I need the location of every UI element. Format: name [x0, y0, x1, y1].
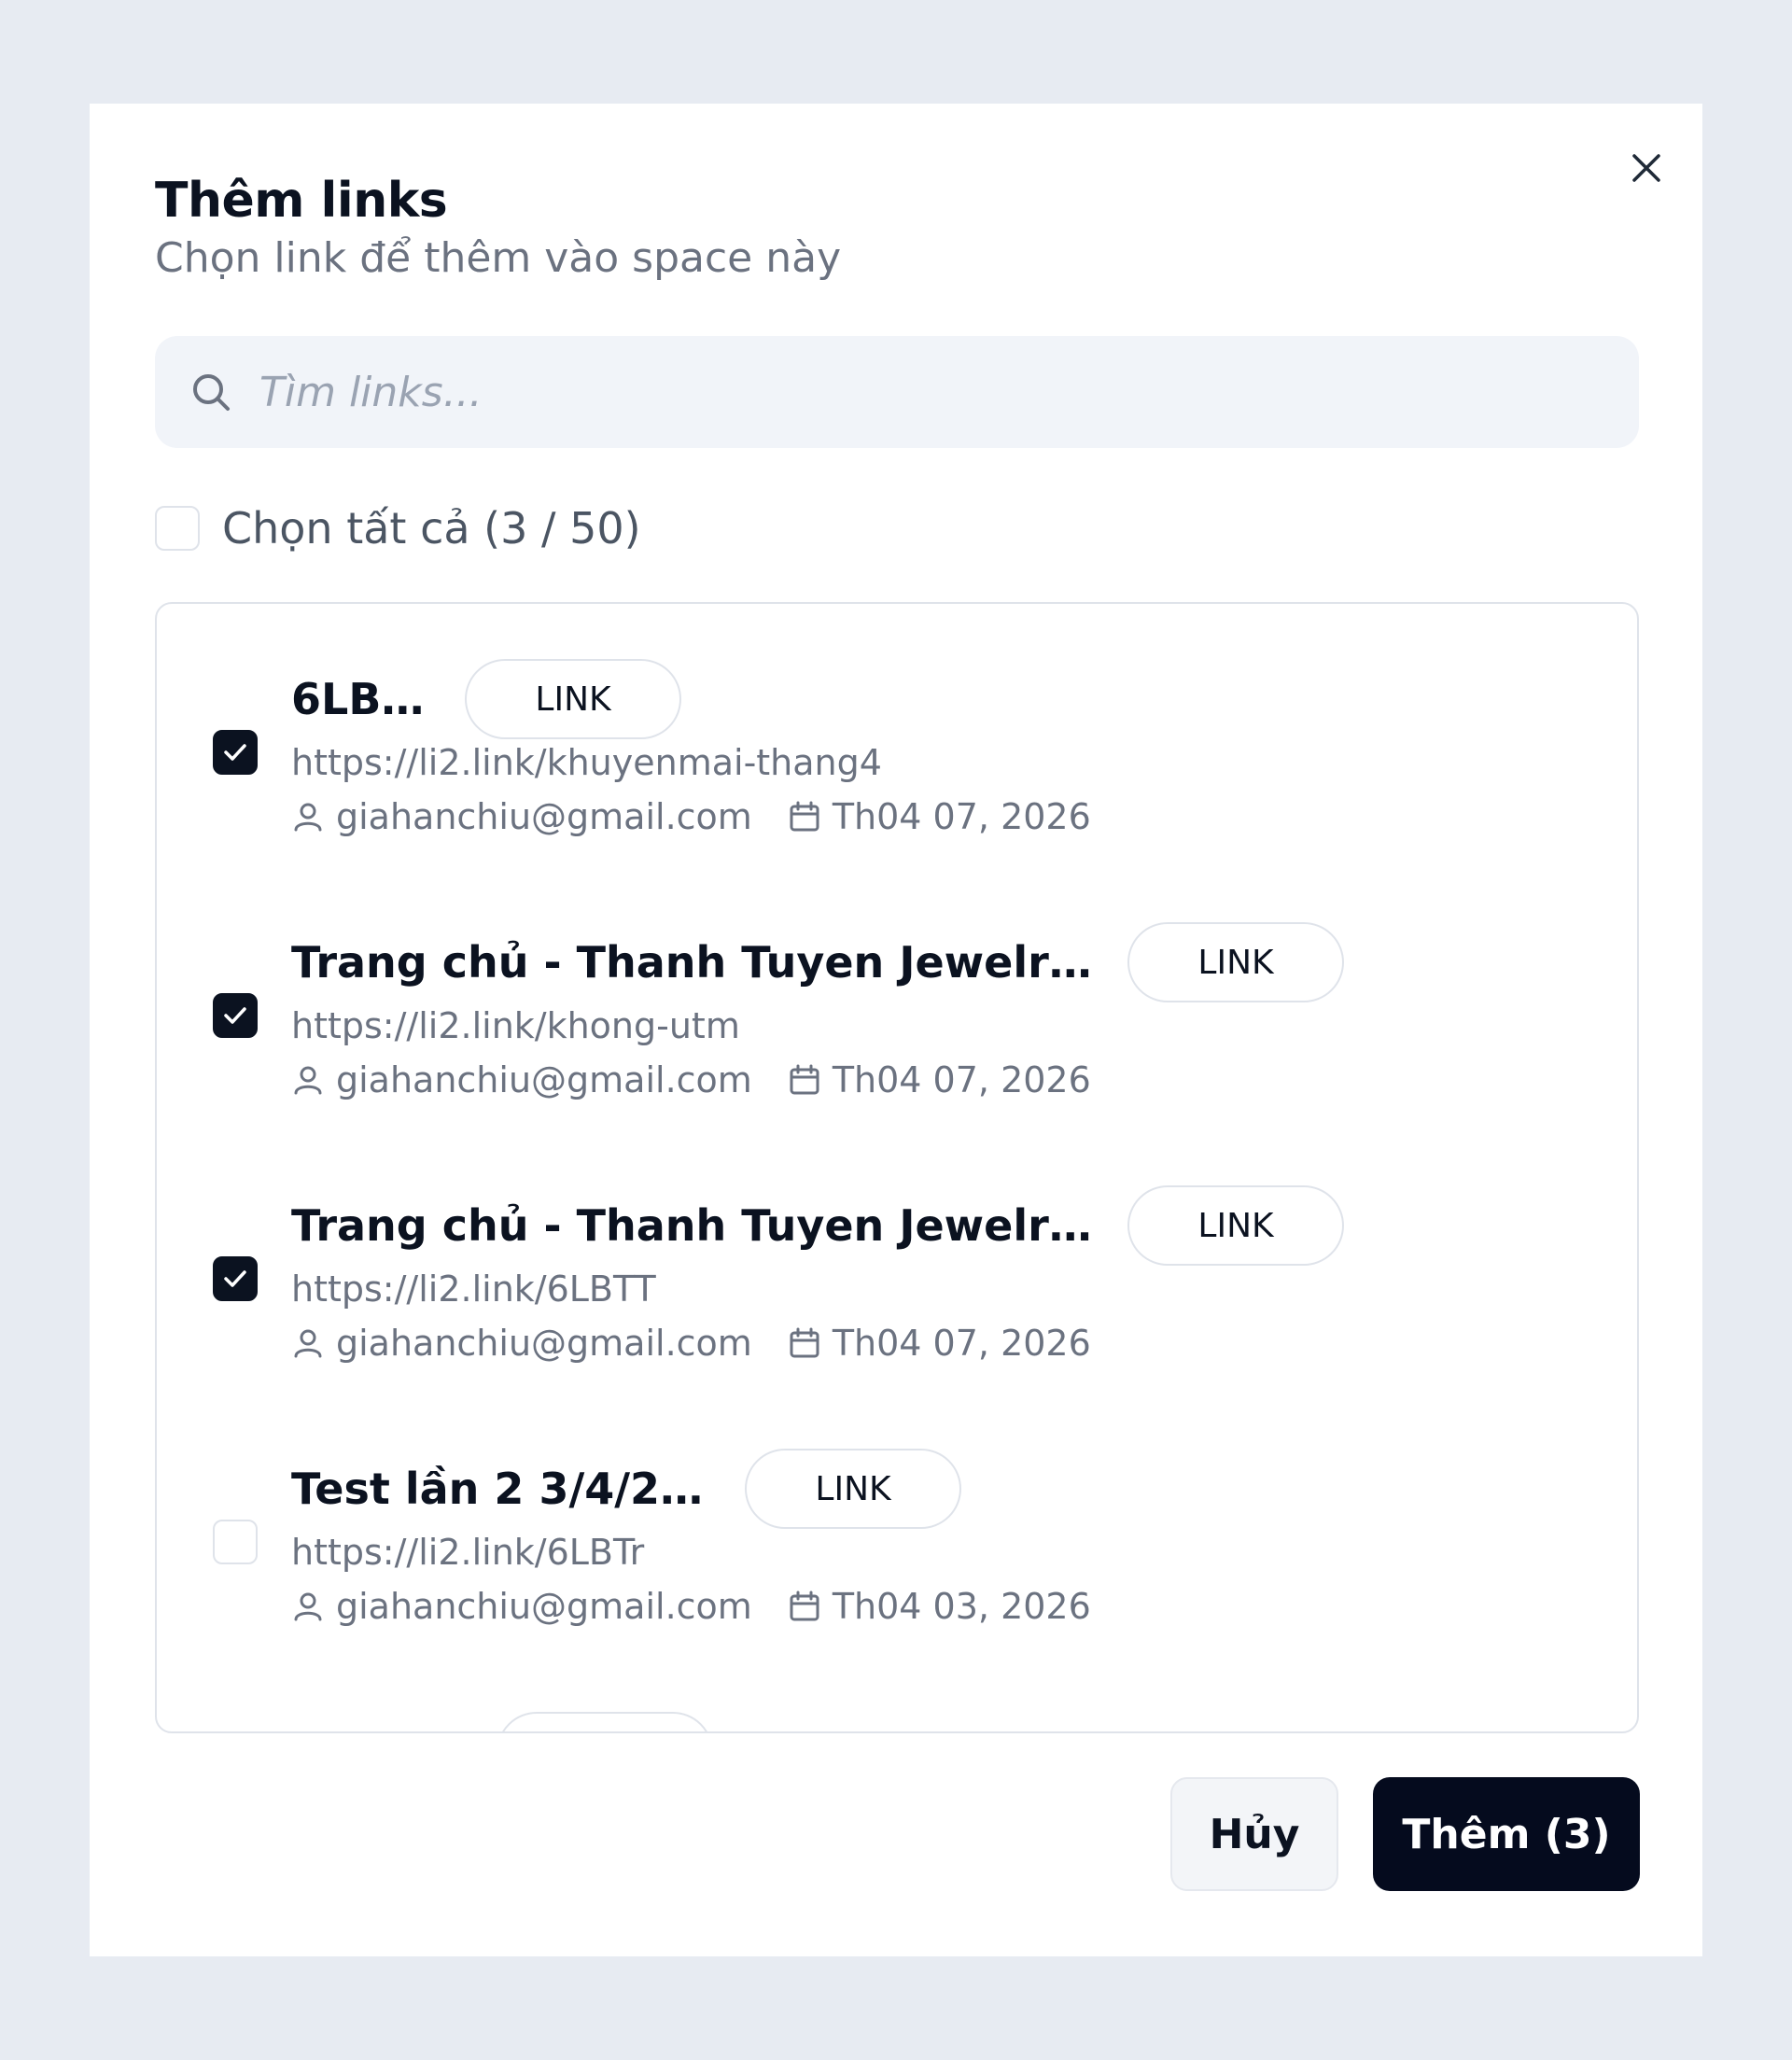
item-owner: giahanchiu@gmail.com — [336, 1323, 752, 1364]
type-badge: LINK — [745, 1449, 961, 1529]
next-item-badge-partial — [497, 1712, 713, 1731]
add-links-button[interactable]: Thêm (3) — [1373, 1777, 1640, 1891]
close-icon — [1632, 154, 1660, 182]
item-url: https://li2.link/6LBTT — [291, 1268, 656, 1310]
user-icon — [294, 1329, 322, 1358]
select-all-label: Chọn tất cả (3 / 50) — [222, 503, 641, 554]
search-box — [155, 336, 1639, 448]
search-input[interactable] — [259, 336, 1620, 448]
type-badge: LINK — [465, 659, 681, 739]
item-title: Trang chủ - Thanh Tuyen Jewelry - c... — [291, 1200, 1103, 1251]
cancel-button[interactable]: Hủy — [1170, 1777, 1338, 1891]
type-badge: LINK — [1127, 1185, 1344, 1266]
dialog-subtitle: Chọn link để thêm vào space này — [155, 234, 842, 282]
checkmark-icon — [224, 744, 246, 761]
calendar-icon — [790, 1591, 819, 1621]
user-icon — [294, 1066, 322, 1095]
item-header: 6LBU2 LINK — [291, 658, 681, 740]
item-checkbox[interactable] — [213, 993, 258, 1038]
type-badge: LINK — [1127, 922, 1344, 1002]
item-meta: giahanchiu@gmail.com Th04 03, 2026 — [291, 1586, 1091, 1627]
item-checkbox[interactable] — [213, 730, 258, 775]
item-url: https://li2.link/6LBTr — [291, 1532, 645, 1573]
item-title: 6LBU2 — [291, 674, 441, 724]
user-icon — [294, 803, 322, 832]
item-header: Trang chủ - Thanh Tuyen Jewelry - kh... … — [291, 921, 1344, 1003]
item-owner: giahanchiu@gmail.com — [336, 1059, 752, 1100]
item-date: Th04 07, 2026 — [832, 796, 1091, 837]
list-item[interactable]: Trang chủ - Thanh Tuyen Jewelry - c... L… — [157, 1130, 1637, 1394]
item-meta: giahanchiu@gmail.com Th04 07, 2026 — [291, 1059, 1091, 1100]
checkmark-icon — [224, 1007, 246, 1024]
item-date: Th04 07, 2026 — [832, 1323, 1091, 1364]
list-item[interactable]: Test lần 2 3/4/2026 LINK https://li2.lin… — [157, 1394, 1637, 1657]
item-owner: giahanchiu@gmail.com — [336, 1586, 752, 1627]
item-title: Test lần 2 3/4/2026 — [291, 1464, 721, 1514]
calendar-icon — [790, 1064, 819, 1095]
item-meta: giahanchiu@gmail.com Th04 07, 2026 — [291, 796, 1091, 837]
dialog-title: Thêm links — [155, 173, 448, 229]
item-title: Trang chủ - Thanh Tuyen Jewelry - kh... — [291, 937, 1103, 988]
item-url: https://li2.link/khuyenmai-thang4 — [291, 742, 882, 783]
add-links-dialog: Thêm links Chọn link để thêm vào space n… — [90, 104, 1702, 1956]
item-header: Trang chủ - Thanh Tuyen Jewelry - c... L… — [291, 1184, 1344, 1267]
item-date: Th04 03, 2026 — [832, 1586, 1091, 1627]
list-item[interactable]: Trang chủ - Thanh Tuyen Jewelry - kh... … — [157, 867, 1637, 1130]
search-icon — [193, 374, 230, 411]
calendar-icon — [790, 801, 819, 832]
select-all-checkbox[interactable]: Chọn tất cả (3 / 50) — [155, 496, 641, 561]
item-checkbox[interactable] — [213, 1256, 258, 1301]
item-meta: giahanchiu@gmail.com Th04 07, 2026 — [291, 1323, 1091, 1364]
list-item[interactable]: 6LBU2 LINK https://li2.link/khuyenmai-th… — [157, 604, 1637, 867]
select-all-checkbox-box[interactable] — [155, 506, 200, 551]
item-date: Th04 07, 2026 — [832, 1059, 1091, 1100]
item-owner: giahanchiu@gmail.com — [336, 796, 752, 837]
links-list[interactable]: 6LBU2 LINK https://li2.link/khuyenmai-th… — [155, 602, 1639, 1733]
close-button[interactable] — [1623, 145, 1670, 191]
user-icon — [294, 1592, 322, 1621]
item-url: https://li2.link/khong-utm — [291, 1005, 740, 1046]
checkmark-icon — [224, 1270, 246, 1287]
item-checkbox[interactable] — [213, 1520, 258, 1564]
item-header: Test lần 2 3/4/2026 LINK — [291, 1448, 961, 1530]
calendar-icon — [790, 1327, 819, 1358]
